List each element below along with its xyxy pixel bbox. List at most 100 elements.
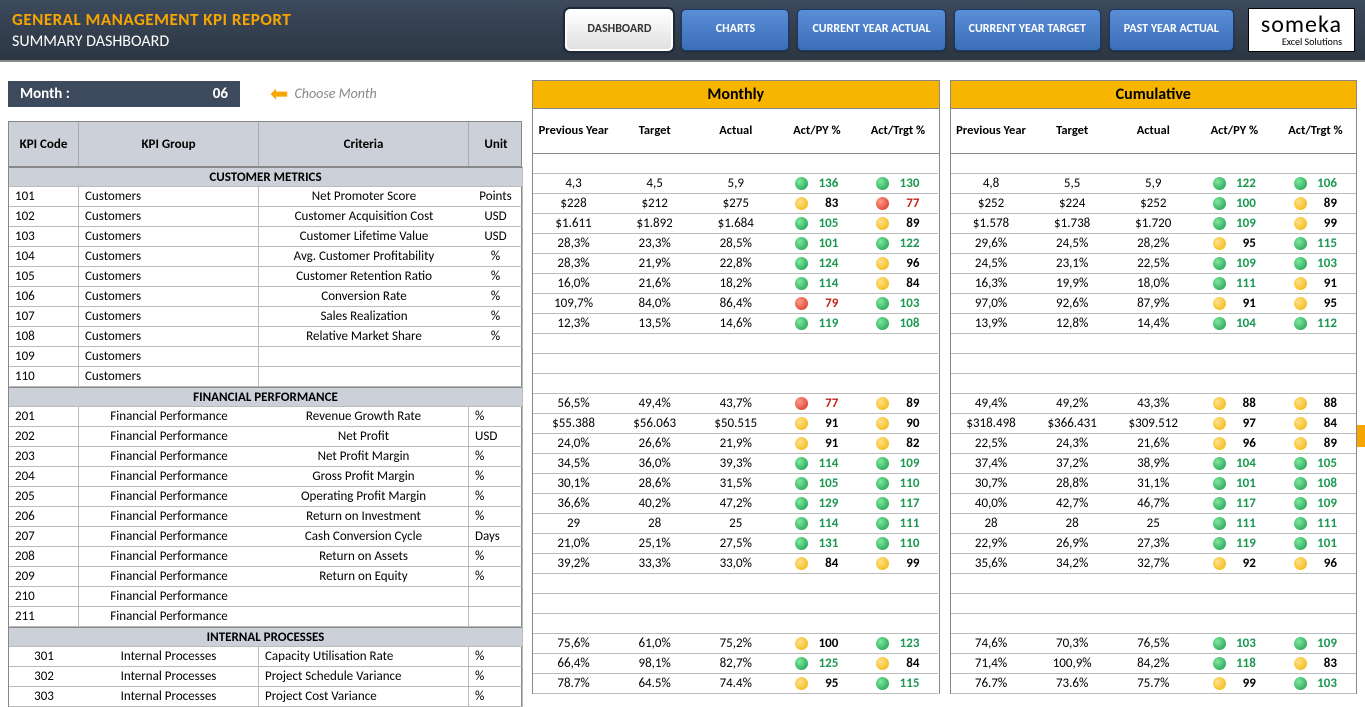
pct-cell[interactable]: 89 [857,214,938,234]
pct-cell[interactable]: 109 [1194,214,1275,234]
cell[interactable]: 22,5% [951,434,1032,454]
cell[interactable]: Financial Performance [79,527,259,547]
pct-cell[interactable]: 84 [857,654,938,674]
cell[interactable]: 202 [9,427,79,447]
cell[interactable]: 29,6% [951,234,1032,254]
cell[interactable]: 30,7% [951,474,1032,494]
cell[interactable]: Financial Performance [79,447,259,467]
pct-cell[interactable]: 92 [1194,554,1275,574]
pct-cell[interactable]: 103 [1275,674,1356,694]
cell[interactable]: 87,9% [1113,294,1194,314]
cell[interactable]: 39,2% [533,554,614,574]
cell[interactable]: 76.7% [951,674,1032,694]
cell[interactable]: $309.512 [1113,414,1194,434]
cell[interactable]: 46,7% [1113,494,1194,514]
cell[interactable]: 74,6% [951,634,1032,654]
pct-cell[interactable]: 136 [776,174,857,194]
pct-cell[interactable]: 125 [776,654,857,674]
cell[interactable]: 74.4% [695,674,776,694]
cell[interactable]: $1.720 [1113,214,1194,234]
cell[interactable] [1194,354,1275,374]
cell[interactable]: 78.7% [533,674,614,694]
cell[interactable]: 98,1% [614,654,695,674]
cell[interactable]: 209 [9,567,79,587]
cell[interactable]: Customers [79,327,259,347]
cell[interactable]: 208 [9,547,79,567]
cell[interactable]: 25 [695,514,776,534]
cell[interactable]: 86,4% [695,294,776,314]
cell[interactable]: 211 [9,607,79,627]
cell[interactable]: 61,0% [614,634,695,654]
cell[interactable]: $1.738 [1032,214,1113,234]
cell[interactable]: 22,8% [695,254,776,274]
cell[interactable]: 109 [9,347,79,367]
cell[interactable]: Cash Conversion Cycle [259,527,469,547]
cell[interactable]: % [469,487,523,507]
cell[interactable]: Customers [79,267,259,287]
cell[interactable]: $228 [533,194,614,214]
cell[interactable]: 28,6% [614,474,695,494]
pct-cell[interactable]: 119 [1194,534,1275,554]
pct-cell[interactable]: 118 [1194,654,1275,674]
cell[interactable]: Net Promoter Score [259,187,469,207]
cell[interactable]: 28 [951,514,1032,534]
cell[interactable]: Financial Performance [79,507,259,527]
cell[interactable]: 66,4% [533,654,614,674]
pct-cell[interactable]: 91 [776,434,857,454]
cell[interactable]: 207 [9,527,79,547]
cell[interactable]: 16,0% [533,274,614,294]
cell[interactable]: Customers [79,227,259,247]
cell[interactable]: USD [469,207,523,227]
cell[interactable]: 49,4% [951,394,1032,414]
cell[interactable]: $1.684 [695,214,776,234]
pct-cell[interactable]: 114 [776,454,857,474]
cell[interactable]: 33,3% [614,554,695,574]
cell[interactable] [1113,594,1194,614]
cell[interactable]: 31,1% [1113,474,1194,494]
cell[interactable]: 27,3% [1113,534,1194,554]
pct-cell[interactable]: 129 [776,494,857,514]
cell[interactable] [857,574,938,594]
cell[interactable]: 16,3% [951,274,1032,294]
cell[interactable] [695,574,776,594]
pct-cell[interactable]: 77 [776,394,857,414]
cell[interactable] [1275,574,1356,594]
cell[interactable] [533,594,614,614]
pct-cell[interactable]: 103 [1275,254,1356,274]
cell[interactable]: 12,8% [1032,314,1113,334]
cell[interactable]: 12,3% [533,314,614,334]
cell[interactable]: 24,3% [1032,434,1113,454]
cell[interactable]: Revenue Growth Rate [259,407,469,427]
cell[interactable]: $56.063 [614,414,695,434]
cell[interactable]: Internal Processes [79,687,259,707]
cell[interactable]: Net Profit [259,427,469,447]
cell[interactable]: % [469,247,523,267]
cell[interactable]: Operating Profit Margin [259,487,469,507]
cell[interactable]: Customers [79,307,259,327]
nav-charts[interactable]: CHARTS [681,9,789,51]
cell[interactable]: 56,5% [533,394,614,414]
cell[interactable]: 39,3% [695,454,776,474]
cell[interactable]: 21,0% [533,534,614,554]
pct-cell[interactable]: 117 [1194,494,1275,514]
cell[interactable]: 64.5% [614,674,695,694]
cell[interactable]: 26,6% [614,434,695,454]
pct-cell[interactable]: 131 [776,534,857,554]
pct-cell[interactable]: 122 [1194,174,1275,194]
cell[interactable]: 28,8% [1032,474,1113,494]
cell[interactable]: $366.431 [1032,414,1113,434]
cell[interactable] [776,594,857,614]
cell[interactable]: 43,7% [695,394,776,414]
pct-cell[interactable]: 84 [1275,414,1356,434]
cell[interactable]: Financial Performance [79,607,259,627]
cell[interactable]: 82,7% [695,654,776,674]
pct-cell[interactable]: 83 [776,194,857,214]
cell[interactable]: Financial Performance [79,427,259,447]
pct-cell[interactable]: 79 [776,294,857,314]
pct-cell[interactable]: 84 [857,274,938,294]
cell[interactable] [776,354,857,374]
cell[interactable]: 100,9% [1032,654,1113,674]
cell[interactable]: Financial Performance [79,587,259,607]
pct-cell[interactable]: 96 [857,254,938,274]
pct-cell[interactable]: 97 [1194,414,1275,434]
